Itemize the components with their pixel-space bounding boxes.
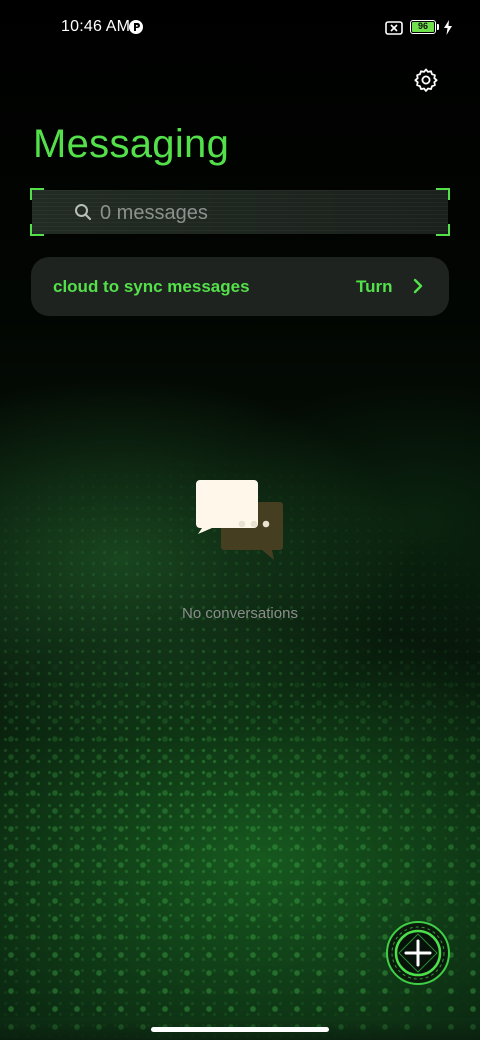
cloud-sync-banner[interactable]: cloud to sync messages Turn bbox=[31, 257, 449, 316]
search-frame-corner bbox=[30, 224, 44, 236]
sim-off-icon bbox=[385, 21, 403, 35]
page-title: Messaging bbox=[33, 122, 230, 166]
app-notification-icon bbox=[129, 20, 143, 34]
turn-on-button[interactable]: Turn bbox=[356, 277, 393, 297]
new-conversation-button[interactable] bbox=[385, 920, 451, 986]
empty-state-text: No conversations bbox=[182, 605, 298, 622]
battery-cap bbox=[437, 24, 439, 30]
chat-bubbles-icon bbox=[196, 480, 283, 560]
gear-icon[interactable] bbox=[413, 67, 439, 93]
search-frame-corner bbox=[30, 188, 44, 200]
status-bar: 10:46 AM 96 bbox=[0, 0, 480, 56]
search-input[interactable] bbox=[100, 198, 420, 228]
gesture-nav-handle[interactable] bbox=[151, 1027, 329, 1032]
search-icon bbox=[75, 204, 92, 221]
battery-level: 96 bbox=[417, 21, 428, 31]
chevron-right-icon[interactable] bbox=[411, 277, 425, 295]
battery-icon: 96 bbox=[410, 20, 436, 34]
search-frame-corner bbox=[436, 188, 450, 200]
search-frame-corner bbox=[436, 224, 450, 236]
status-time: 10:46 AM bbox=[61, 18, 131, 35]
sync-banner-text: cloud to sync messages bbox=[53, 277, 250, 296]
charging-bolt-icon bbox=[444, 20, 452, 35]
battery-fill: 96 bbox=[412, 22, 434, 32]
